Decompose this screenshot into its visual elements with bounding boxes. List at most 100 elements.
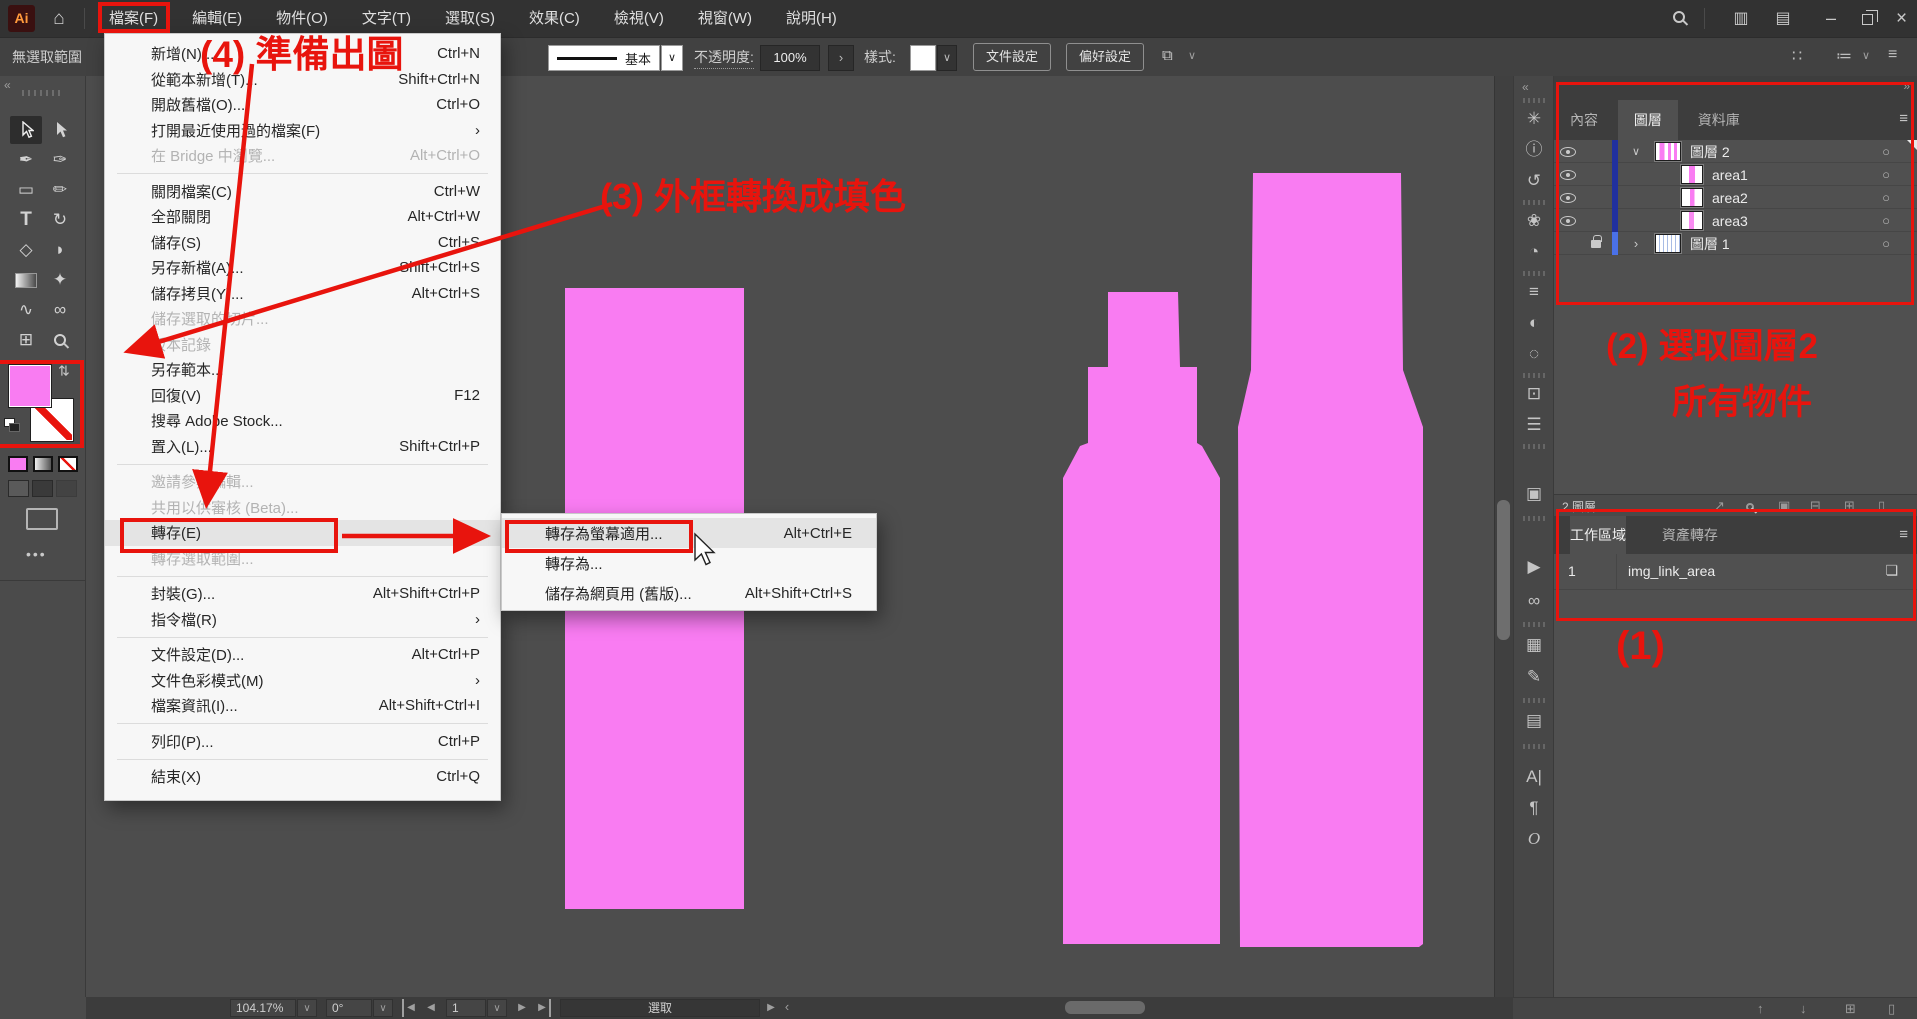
- menu-item-save-as[interactable]: 另存新檔(A)...Shift+Ctrl+S: [105, 255, 500, 281]
- move-down-icon[interactable]: ↓: [1800, 1001, 1807, 1016]
- character-panel-icon[interactable]: A|: [1514, 764, 1554, 790]
- artboard-chevron-down-icon[interactable]: ∨: [487, 999, 507, 1017]
- new-layer-icon[interactable]: ⊞: [1844, 498, 1855, 514]
- align-chevron-down-icon[interactable]: ∨: [1862, 49, 1870, 62]
- menu-item-print[interactable]: 列印(P)...Ctrl+P: [105, 729, 500, 755]
- tab-artboards[interactable]: 工作區域: [1554, 516, 1642, 554]
- search-icon[interactable]: [1662, 0, 1696, 37]
- layer-row-area3[interactable]: area3 ○: [1554, 209, 1917, 232]
- menu-item-save-as-template[interactable]: 另存範本...: [105, 357, 500, 383]
- rotation-field[interactable]: 0°: [326, 999, 372, 1017]
- fill-color-swatch[interactable]: [8, 364, 52, 408]
- menubar-item-view[interactable]: 檢視(V): [597, 0, 681, 37]
- menu-item-place[interactable]: 置入(L)...Shift+Ctrl+P: [105, 434, 500, 460]
- new-sublayer-icon[interactable]: ⊟: [1810, 498, 1821, 514]
- color-mode-swatch[interactable]: [8, 456, 28, 472]
- dock-grip[interactable]: [1523, 98, 1545, 103]
- menu-item-revert[interactable]: 回復(V)F12: [105, 383, 500, 409]
- menubar-item-type[interactable]: 文字(T): [345, 0, 428, 37]
- screen-mode-icon[interactable]: [26, 508, 58, 530]
- layer-name[interactable]: area3: [1712, 209, 1748, 232]
- last-artboard-icon[interactable]: ▶: [535, 999, 551, 1017]
- style-chevron-down-icon[interactable]: ∨: [937, 45, 957, 71]
- none-mode-swatch[interactable]: [58, 456, 78, 472]
- dock-grip[interactable]: [1523, 698, 1545, 703]
- menubar-item-select[interactable]: 選取(S): [428, 0, 512, 37]
- draw-inside-mode[interactable]: [56, 480, 77, 497]
- control-panel-menu-icon[interactable]: ≡: [1888, 46, 1897, 64]
- stroke-chevron-down-icon[interactable]: ∨: [661, 45, 683, 71]
- dock-grip[interactable]: [1523, 622, 1545, 627]
- isolate-selection-icon[interactable]: ⧉: [1162, 47, 1173, 64]
- curvature-tool[interactable]: ✑: [44, 146, 76, 174]
- horizontal-scrollbar-thumb[interactable]: [1065, 1001, 1145, 1014]
- isolate-chevron-down-icon[interactable]: ∨: [1188, 49, 1196, 62]
- properties-panel-icon[interactable]: ✳: [1514, 106, 1554, 132]
- minimize-button[interactable]: –: [1814, 0, 1848, 37]
- layer-name[interactable]: 圖層 1: [1690, 232, 1730, 255]
- restore-button[interactable]: [1850, 0, 1884, 37]
- layer-thumbnail[interactable]: [1681, 165, 1703, 184]
- document-setup-button[interactable]: 文件設定: [973, 43, 1051, 71]
- dock-grip[interactable]: [1523, 373, 1545, 378]
- expand-chevron-icon[interactable]: ›: [1626, 232, 1646, 255]
- menu-item-exit[interactable]: 結束(X)Ctrl+Q: [105, 764, 500, 790]
- lock-icon[interactable]: [1582, 232, 1610, 255]
- delete-layer-icon[interactable]: ▯: [1878, 498, 1885, 514]
- artboards-panel-menu-icon[interactable]: ≡: [1899, 526, 1908, 543]
- selection-tool[interactable]: [10, 116, 42, 144]
- pathfinder-panel-icon[interactable]: ▣: [1514, 481, 1554, 507]
- target-circle-icon[interactable]: ○: [1874, 209, 1898, 232]
- scroll-left-icon[interactable]: ‹: [780, 998, 794, 1016]
- menubar-item-effect[interactable]: 效果(C): [512, 0, 597, 37]
- links-panel-icon[interactable]: ∞: [1514, 588, 1554, 614]
- menu-item-new-from-template[interactable]: 從範本新增(T)...Shift+Ctrl+N: [105, 67, 500, 93]
- layer-thumbnail[interactable]: [1681, 211, 1703, 230]
- align-panel-icon[interactable]: ☰: [1514, 412, 1554, 438]
- status-expand-icon[interactable]: ▶: [764, 999, 778, 1017]
- opacity-label[interactable]: 不透明度:: [694, 46, 754, 69]
- swap-fill-stroke-icon[interactable]: ⇄: [55, 365, 72, 377]
- swatches-panel-icon[interactable]: ▦: [1514, 632, 1554, 658]
- visibility-eye-icon[interactable]: [1554, 140, 1582, 163]
- opentype-panel-icon[interactable]: O: [1514, 826, 1554, 852]
- layer-row-layer2[interactable]: ∨ 圖層 2 ○: [1554, 140, 1917, 163]
- pen-tool[interactable]: ✒: [10, 146, 42, 174]
- collapse-toolbar-icon[interactable]: «: [4, 78, 11, 92]
- visibility-eye-icon[interactable]: [1554, 209, 1582, 232]
- paintbrush-tool[interactable]: ✏: [44, 176, 76, 204]
- zoom-chevron-down-icon[interactable]: ∨: [297, 999, 317, 1017]
- menu-item-open[interactable]: 開啟舊檔(O)...Ctrl+O: [105, 92, 500, 118]
- vertical-scrollbar-thumb[interactable]: [1497, 500, 1510, 640]
- target-circle-icon[interactable]: ○: [1874, 232, 1898, 255]
- home-icon[interactable]: ⌂: [44, 0, 74, 37]
- history-panel-icon[interactable]: ↺: [1514, 168, 1554, 194]
- artboard-row[interactable]: 1 img_link_area ❏: [1554, 554, 1917, 590]
- actions-panel-icon[interactable]: ▶: [1514, 554, 1554, 580]
- menu-item-search-adobe-stock[interactable]: 搜尋 Adobe Stock...: [105, 408, 500, 434]
- rotate-tool[interactable]: ↻: [44, 206, 76, 234]
- menu-item-save[interactable]: 儲存(S)Ctrl+S: [105, 230, 500, 256]
- arrange-documents-icon[interactable]: ∷: [1792, 46, 1802, 66]
- collect-for-export-icon[interactable]: ↗: [1714, 498, 1725, 514]
- layer-row-layer1[interactable]: › 圖層 1 ○: [1554, 232, 1917, 255]
- artboards-panel-icon[interactable]: ⊡: [1514, 381, 1554, 407]
- menubar-item-window[interactable]: 視窗(W): [681, 0, 769, 37]
- close-button[interactable]: ×: [1886, 0, 1917, 37]
- paragraph-panel-icon[interactable]: ¶: [1514, 795, 1554, 821]
- info-panel-icon[interactable]: ⓘ: [1514, 137, 1554, 163]
- target-circle-icon[interactable]: ○: [1874, 163, 1898, 186]
- menu-item-document-setup[interactable]: 文件設定(D)...Alt+Ctrl+P: [105, 642, 500, 668]
- menu-item-new[interactable]: 新增(N)...Ctrl+N: [105, 41, 500, 67]
- zoom-tool[interactable]: [44, 326, 76, 354]
- tab-libraries[interactable]: 資料庫: [1682, 100, 1756, 140]
- menu-item-export[interactable]: 轉存(E): [105, 520, 500, 546]
- menu-item-close-all[interactable]: 全部關閉Alt+Ctrl+W: [105, 204, 500, 230]
- align-options-icon[interactable]: ≔: [1836, 46, 1852, 66]
- appearance-panel-icon[interactable]: ◌: [1514, 341, 1554, 367]
- menu-item-close-file[interactable]: 關閉檔案(C)Ctrl+W: [105, 179, 500, 205]
- draw-normal-mode[interactable]: [8, 480, 29, 497]
- layer-thumbnail[interactable]: [1655, 142, 1681, 161]
- menubar-item-object[interactable]: 物件(O): [259, 0, 345, 37]
- menu-item-file-info[interactable]: 檔案資訊(I)...Alt+Shift+Ctrl+I: [105, 693, 500, 719]
